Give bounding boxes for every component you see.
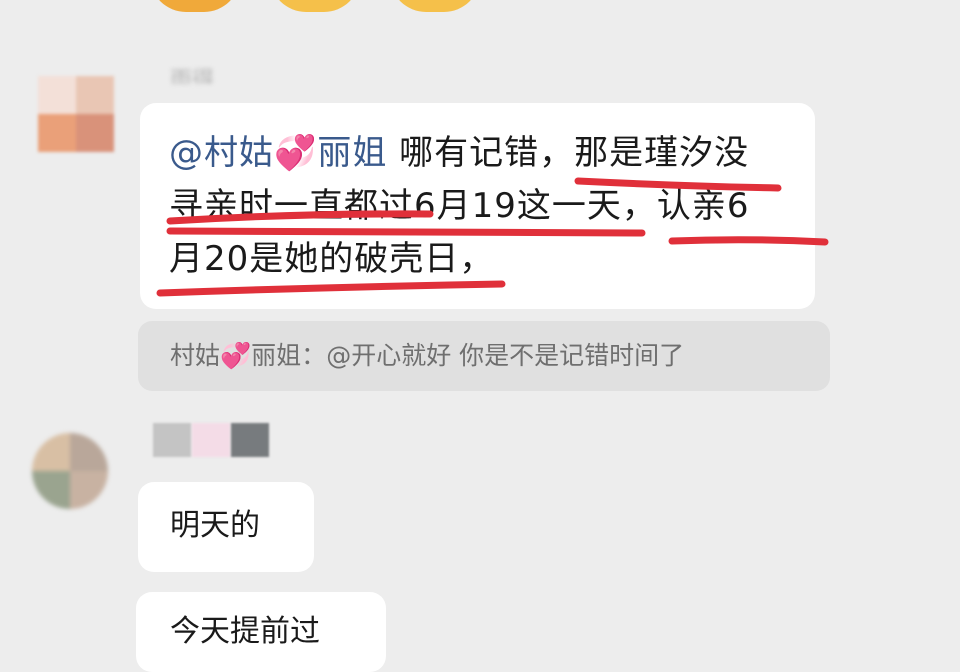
message-bubble[interactable]: @村姑💞丽姐 哪有记错，那是瑾汐没 寻亲时一直都过6月19这一天，认亲6 月20… — [140, 103, 815, 309]
mention-link[interactable]: @村姑💞丽姐 — [169, 133, 387, 173]
message-text: 明天的 — [170, 508, 260, 543]
smiley-emoji-icon — [390, 0, 480, 12]
emoji-strip — [150, 0, 480, 12]
heart-emoji-icon: 💞 — [274, 133, 318, 173]
message-bubble[interactable]: 明天的 — [138, 482, 314, 572]
quote-text: 村姑💞丽姐：@开心就好 你是不是记错时间了 — [170, 341, 685, 370]
message-line: 月20是她的破壳日， — [169, 239, 495, 279]
message-text: @村姑💞丽姐 哪有记错，那是瑾汐没 寻亲时一直都过6月19这一天，认亲6 月20… — [169, 127, 809, 286]
smiley-emoji-icon — [150, 0, 240, 12]
message-bubble[interactable]: 今天提前过 — [136, 592, 386, 672]
avatar[interactable] — [38, 76, 114, 152]
message-line: 寻亲时一直都过6月19这一天，认亲6 — [169, 186, 750, 226]
sender-name: 雨得 — [170, 68, 215, 84]
message-text: 今天提前过 — [170, 614, 320, 649]
message-line: @村姑💞丽姐 哪有记错，那是瑾汐没 — [169, 133, 750, 173]
sender-name-redacted — [153, 423, 269, 457]
heart-emoji-icon: 💞 — [220, 341, 252, 370]
quoted-message[interactable]: 村姑💞丽姐：@开心就好 你是不是记错时间了 — [138, 321, 830, 391]
smiley-emoji-icon — [270, 0, 360, 12]
avatar[interactable] — [32, 433, 108, 509]
